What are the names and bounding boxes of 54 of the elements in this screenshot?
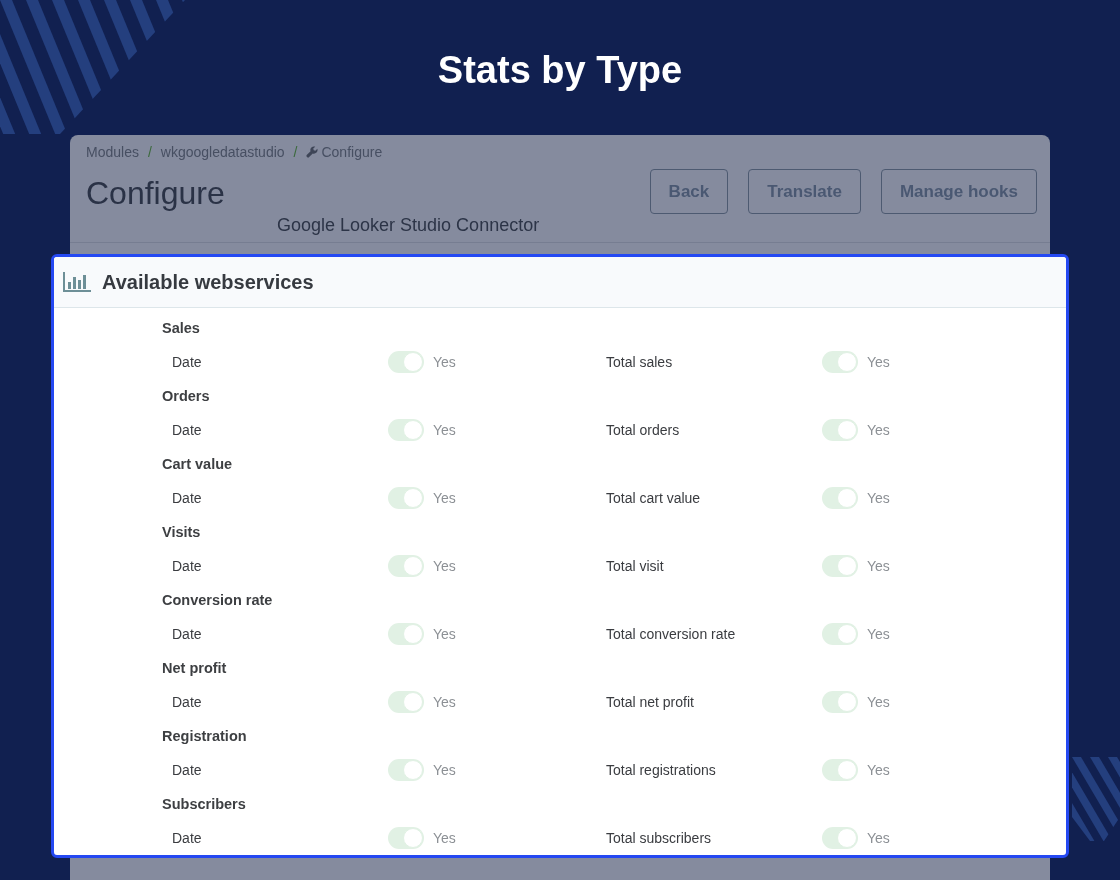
switch-label: Yes xyxy=(433,490,456,506)
field-label: Total net profit xyxy=(606,694,694,710)
group-heading: Visits xyxy=(162,524,201,540)
group-heading: Subscribers xyxy=(162,796,246,812)
group-heading: Cart value xyxy=(162,456,233,472)
field-label: Date xyxy=(172,558,202,574)
switch-label: Yes xyxy=(867,830,890,846)
switch-label: Yes xyxy=(867,354,890,370)
field-label: Total conversion rate xyxy=(606,626,736,642)
breadcrumb-link[interactable]: Modules xyxy=(86,144,139,160)
bar-chart-icon xyxy=(63,272,91,292)
field-label: Date xyxy=(172,830,202,846)
field-label: Total subscribers xyxy=(606,830,712,846)
field-label: Date xyxy=(172,626,202,642)
field-label: Total registrations xyxy=(606,762,716,778)
switch-label: Yes xyxy=(867,422,890,438)
switch-label: Yes xyxy=(867,626,890,642)
field-label: Date xyxy=(172,762,202,778)
panel-title: Available webservices xyxy=(102,270,314,294)
switch-label: Yes xyxy=(433,762,456,778)
page-subtitle: Google Looker Studio Connector xyxy=(277,214,540,237)
field-label: Total sales xyxy=(606,354,673,370)
field-label: Date xyxy=(172,490,202,506)
field-label: Total visit xyxy=(606,558,664,574)
toolbar-button[interactable]: Manage hooks xyxy=(880,169,1037,214)
switch-label: Yes xyxy=(867,558,890,574)
field-label: Date xyxy=(172,694,202,710)
wrench-icon xyxy=(306,146,319,158)
breadcrumb-current: Configure xyxy=(321,144,383,160)
group-heading: Registration xyxy=(162,728,247,744)
switch-label: Yes xyxy=(867,694,890,710)
switch-label: Yes xyxy=(433,354,456,370)
field-label: Date xyxy=(172,422,202,438)
page-title: Stats by Type xyxy=(437,48,683,93)
field-label: Total cart value xyxy=(606,490,701,506)
breadcrumb-separator: / xyxy=(147,144,152,160)
toolbar-button[interactable]: Translate xyxy=(748,169,861,214)
field-label: Date xyxy=(172,354,202,370)
field-label: Total orders xyxy=(606,422,680,438)
switch-label: Yes xyxy=(433,422,456,438)
page-heading: Configure xyxy=(86,174,225,213)
toolbar-button[interactable]: Back xyxy=(649,169,729,214)
switch-label: Yes xyxy=(433,694,456,710)
group-heading: Net profit xyxy=(162,660,227,676)
group-heading: Orders xyxy=(162,388,210,404)
switch-label: Yes xyxy=(867,490,890,506)
group-heading: Sales xyxy=(162,320,200,336)
switch-label: Yes xyxy=(433,626,456,642)
switch-label: Yes xyxy=(433,558,456,574)
switch-label: Yes xyxy=(867,762,890,778)
breadcrumb-link[interactable]: wkgoogledatastudio xyxy=(160,144,285,160)
breadcrumb-separator: / xyxy=(293,144,298,160)
switch-label: Yes xyxy=(433,830,456,846)
group-heading: Conversion rate xyxy=(162,592,273,608)
